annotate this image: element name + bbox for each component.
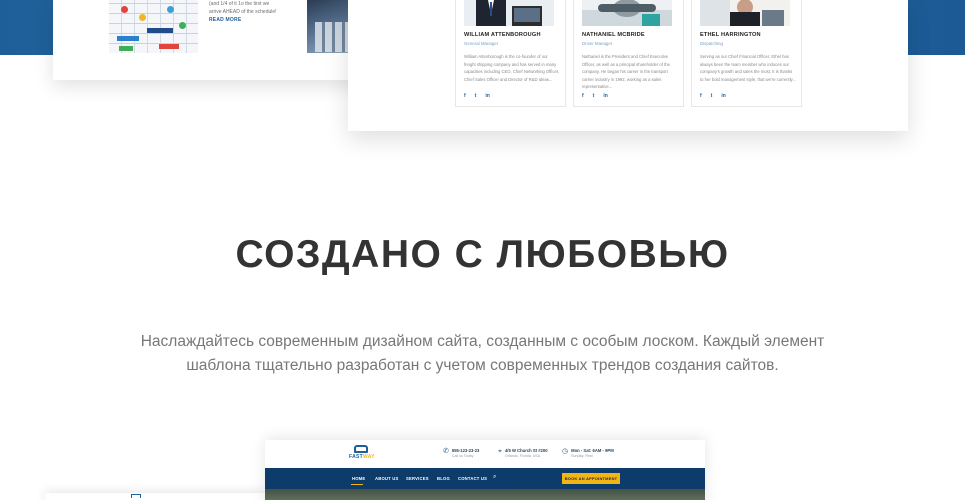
- clock-icon: ◷: [562, 448, 569, 455]
- book-appointment-button[interactable]: BOOK AN APPOINTMENT: [562, 473, 620, 484]
- twitter-icon[interactable]: t: [711, 94, 713, 99]
- team-member-role: General Manager: [464, 41, 499, 46]
- nav-active-indicator: [351, 484, 363, 485]
- nav-blog[interactable]: BLOG: [437, 476, 450, 481]
- mockup-address-info: ⌖ 4/5 W Church St #200 Orlando, Florida,…: [498, 448, 548, 458]
- team-social-links: f t in: [700, 94, 726, 99]
- team-member-role: Dispatching: [700, 41, 723, 46]
- secondary-site-mockup: [45, 493, 265, 500]
- team-member-bio: William Attenborough is the co-founder o…: [464, 54, 560, 82]
- team-member-card: ETHEL HARRINGTON Dispatching Serving as …: [691, 0, 802, 107]
- contact-sub: Call us Today: [451, 454, 474, 458]
- facebook-icon[interactable]: f: [582, 94, 584, 99]
- team-member-name: WILLIAM ATTENBOROUGH: [464, 32, 541, 38]
- team-member-card: WILLIAM ATTENBOROUGH General Manager Wil…: [455, 0, 566, 107]
- team-member-photo: [582, 0, 672, 26]
- nav-contact-us[interactable]: CONTACT US: [458, 476, 487, 481]
- team-member-photo: [700, 0, 790, 26]
- linkedin-icon[interactable]: in: [485, 94, 489, 99]
- page: (and 1/4 of it 1o the tirst we arrive AH…: [0, 0, 965, 500]
- site-mockup: FASTWAY ✆ 555-123-23-23 Call us Today ⌖ …: [265, 440, 705, 500]
- twitter-icon[interactable]: t: [593, 94, 595, 99]
- mockup-navbar: HOME ABOUT US SERVICES BLOG CONTACT US ⌕…: [265, 468, 705, 489]
- mockup-hero-image: [265, 489, 705, 500]
- team-social-links: f t in: [582, 94, 608, 99]
- nav-services[interactable]: SERVICES: [406, 476, 429, 481]
- section-description: Наслаждайтесь современным дизайном сайта…: [140, 333, 825, 374]
- contact-sub: Sunday: Rest: [571, 454, 593, 458]
- team-member-bio: Serving as our Chief Financial Officer, …: [700, 54, 796, 82]
- nav-home[interactable]: HOME: [352, 476, 365, 481]
- contact-main: 4/5 W Church St #200: [504, 448, 548, 453]
- linkedin-icon[interactable]: in: [721, 94, 725, 99]
- team-card: WILLIAM ATTENBOROUGH General Manager Wil…: [348, 0, 908, 131]
- linkedin-icon[interactable]: in: [603, 94, 607, 99]
- nav-about-us[interactable]: ABOUT US: [375, 476, 398, 481]
- mockup-logo[interactable]: FASTWAY: [349, 445, 375, 460]
- brand-part-2: WAY: [362, 454, 375, 460]
- twitter-icon[interactable]: t: [475, 94, 477, 99]
- team-member-name: ETHEL HARRINGTON: [700, 32, 761, 38]
- team-member-name: NATHANIEL MCBRIDE: [582, 32, 645, 38]
- team-member-role: Driver Manager: [582, 41, 613, 46]
- logo-icon: [131, 494, 141, 498]
- team-member-photo: [464, 0, 554, 26]
- blog-preview-card: (and 1/4 of it 1o the tirst we arrive AH…: [53, 0, 383, 80]
- blog-excerpt-line: arrive AHEAD of the schedule!: [209, 9, 277, 15]
- team-member-card: NATHANIEL MCBRIDE Driver Manager Nathani…: [573, 0, 684, 107]
- facebook-icon[interactable]: f: [464, 94, 466, 99]
- mockup-phone-info: ✆ 555-123-23-23 Call us Today: [443, 448, 479, 458]
- team-social-links: f t in: [464, 94, 490, 99]
- team-member-bio: Nathaniel is the President and Chief Exe…: [582, 54, 670, 89]
- facebook-icon[interactable]: f: [700, 94, 702, 99]
- blog-thumbnail-calendar[interactable]: [109, 0, 198, 53]
- contact-main: 555-123-23-23: [451, 448, 480, 453]
- phone-icon: ✆: [443, 448, 449, 455]
- blog-excerpt: (and 1/4 of it 1o the tirst we arrive AH…: [209, 0, 289, 16]
- brand-part-1: FAST: [349, 454, 363, 460]
- section-title: СОЗДАНО С ЛЮБОВЬЮ: [235, 233, 730, 276]
- contact-sub: Orlando, Florida, USA: [504, 454, 541, 458]
- mockup-hours-info: ◷ Mon - Sat: 6AM - 9PM Sunday: Rest: [562, 448, 614, 458]
- pin-icon: ⌖: [498, 448, 502, 455]
- contact-main: Mon - Sat: 6AM - 9PM: [571, 448, 614, 453]
- mockup-brand-name: FASTWAY: [349, 454, 375, 460]
- truck-logo-icon: [354, 445, 368, 453]
- blog-excerpt-line: (and 1/4 of it 1o the tirst we: [209, 1, 270, 7]
- read-more-link[interactable]: READ MORE: [209, 17, 241, 23]
- search-icon[interactable]: ⌕: [493, 474, 496, 481]
